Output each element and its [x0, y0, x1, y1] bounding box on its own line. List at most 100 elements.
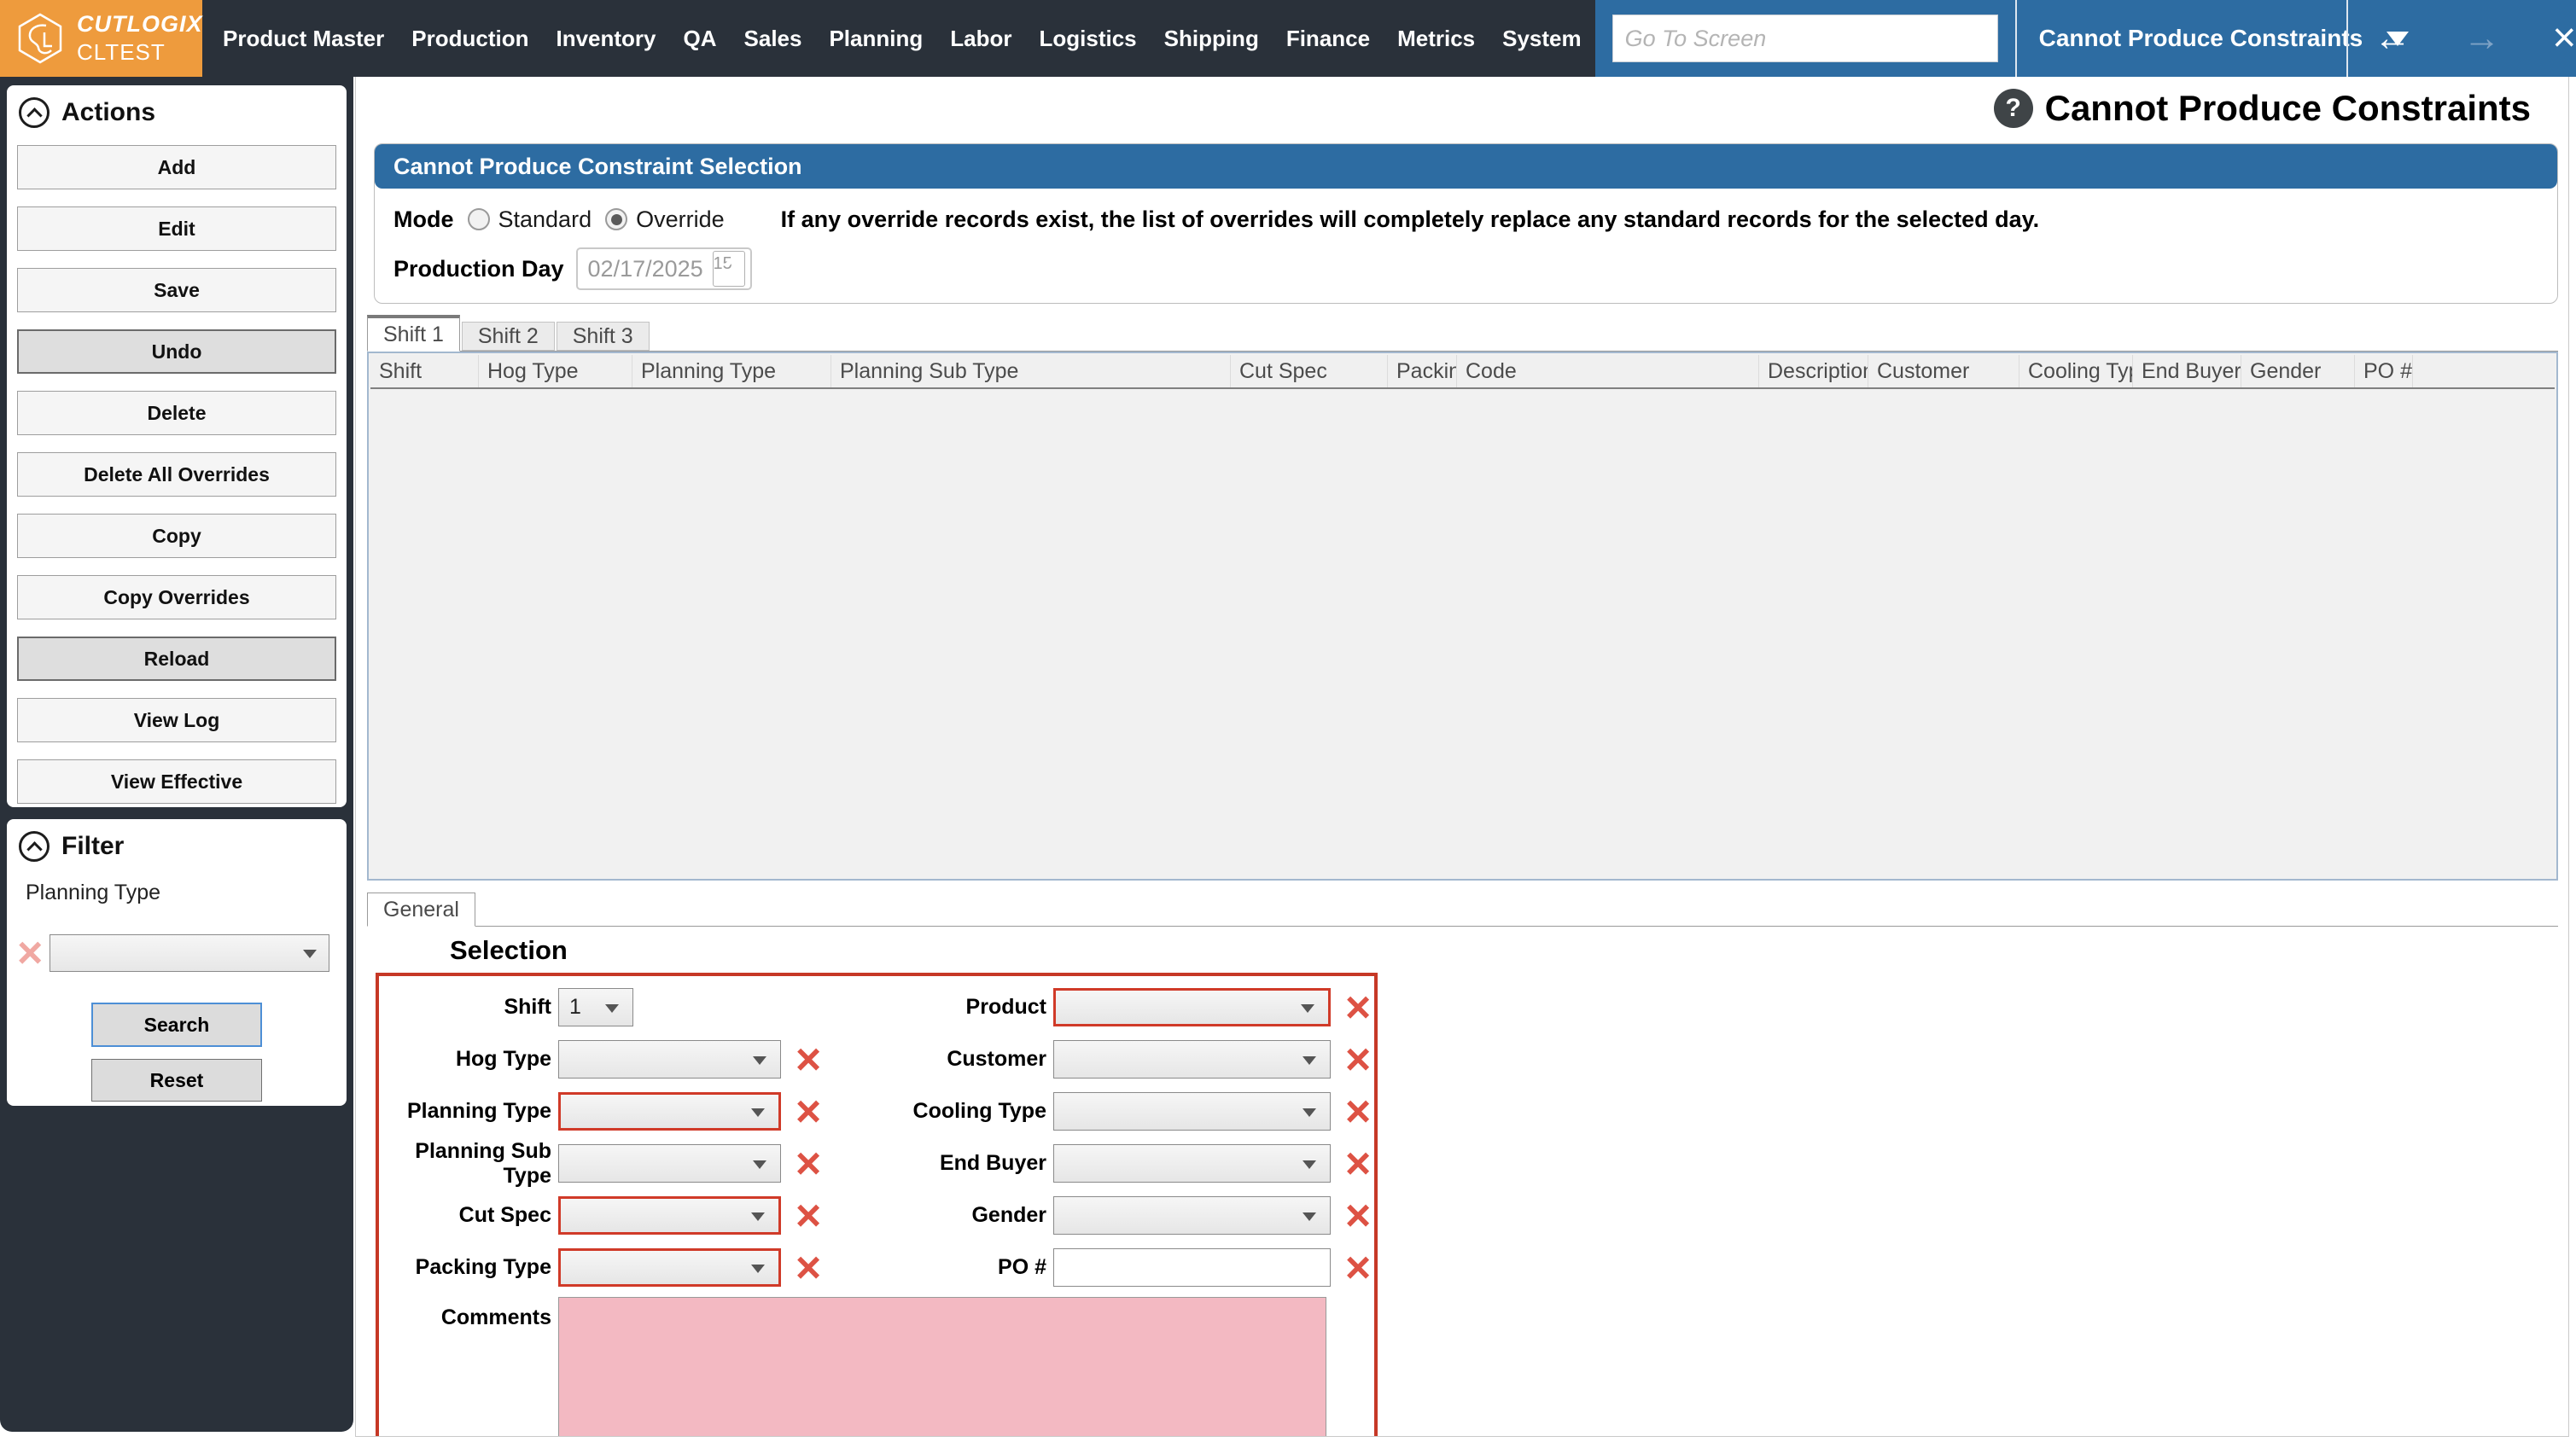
- filter-panel-title: Filter: [61, 832, 125, 860]
- calendar-icon[interactable]: 15: [712, 251, 745, 287]
- help-icon[interactable]: ?: [1993, 89, 2033, 128]
- back-arrow-icon[interactable]: ←: [2374, 20, 2411, 57]
- shift-tab[interactable]: Shift 1: [367, 315, 460, 352]
- planning-type-filter-select[interactable]: [50, 934, 330, 972]
- radio-button-icon: [605, 208, 628, 230]
- field-label: Shift: [504, 995, 551, 1019]
- grid-column-header[interactable]: Customer: [1868, 355, 2019, 387]
- field-select[interactable]: [1053, 1040, 1331, 1079]
- nav-menu-item[interactable]: Labor: [936, 0, 1025, 77]
- action-button[interactable]: View Effective: [17, 759, 336, 804]
- detail-tab[interactable]: General: [367, 893, 475, 927]
- field-select[interactable]: [1053, 1144, 1331, 1183]
- field-label: End Buyer: [939, 1151, 1046, 1175]
- chevron-down-icon: [751, 1108, 765, 1117]
- brand-logo[interactable]: CUTLOGIX CLTEST: [0, 0, 202, 77]
- actions-panel-title: Actions: [61, 98, 156, 126]
- nav-menu-item[interactable]: System: [1489, 0, 1595, 77]
- close-icon[interactable]: ×: [2552, 18, 2576, 59]
- field-select[interactable]: [558, 1040, 781, 1079]
- action-button[interactable]: Delete All Overrides: [17, 452, 336, 497]
- grid-column-header[interactable]: Planning Sub Type: [831, 355, 1231, 387]
- grid-column-header[interactable]: Planning Type: [632, 355, 831, 387]
- clear-icon[interactable]: ×: [1339, 1142, 1377, 1186]
- clear-icon[interactable]: ×: [1339, 986, 1377, 1030]
- grid-column-header[interactable]: Hog Type: [479, 355, 632, 387]
- field-select[interactable]: [1053, 1196, 1331, 1235]
- collapse-panel-icon[interactable]: [19, 97, 50, 128]
- shift-tab[interactable]: Shift 3: [556, 322, 650, 351]
- action-button[interactable]: Undo: [17, 329, 336, 374]
- action-button[interactable]: Add: [17, 145, 336, 189]
- chevron-down-icon: [1303, 1108, 1316, 1117]
- clear-icon[interactable]: ×: [1339, 1194, 1377, 1238]
- action-button[interactable]: Copy Overrides: [17, 575, 336, 619]
- field-label: Cooling Type: [912, 1099, 1046, 1123]
- clear-icon[interactable]: ×: [1339, 1246, 1377, 1290]
- clear-icon[interactable]: ×: [17, 931, 43, 975]
- comments-textarea[interactable]: [558, 1297, 1326, 1436]
- shift-tab[interactable]: Shift 2: [461, 322, 555, 351]
- action-button[interactable]: Reload: [17, 637, 336, 681]
- forward-arrow-icon[interactable]: →: [2463, 20, 2501, 57]
- grid-column-header[interactable]: Code: [1457, 355, 1759, 387]
- field-select[interactable]: [1053, 1092, 1331, 1131]
- nav-menu-item[interactable]: Shipping: [1151, 0, 1273, 77]
- field-select[interactable]: [558, 1092, 781, 1131]
- grid-column-header[interactable]: PO #: [2355, 355, 2413, 387]
- collapse-panel-icon[interactable]: [19, 831, 50, 862]
- field-label: PO #: [998, 1255, 1046, 1279]
- chevron-down-icon: [751, 1264, 765, 1273]
- field-select[interactable]: [558, 1196, 781, 1235]
- clear-icon[interactable]: ×: [1339, 1090, 1377, 1134]
- grid-column-header[interactable]: Cooling Type: [2019, 355, 2133, 387]
- screen-selector-dropdown[interactable]: Cannot Produce Constraints: [2014, 0, 2410, 77]
- clear-icon[interactable]: ×: [1339, 1038, 1377, 1082]
- mode-radio-option[interactable]: Override: [605, 206, 725, 233]
- clear-icon[interactable]: ×: [790, 1038, 827, 1082]
- nav-menu-item[interactable]: Production: [398, 0, 542, 77]
- selection-heading: Selection: [450, 935, 568, 965]
- nav-menu-item[interactable]: Inventory: [542, 0, 669, 77]
- action-button[interactable]: Save: [17, 268, 336, 312]
- reset-button[interactable]: Reset: [91, 1059, 262, 1102]
- field-select[interactable]: [1053, 988, 1331, 1026]
- mode-radio-option[interactable]: Standard: [467, 206, 592, 233]
- clear-icon[interactable]: ×: [790, 1194, 827, 1238]
- grid-column-header[interactable]: Shift: [370, 355, 479, 387]
- chevron-down-icon: [605, 1003, 619, 1013]
- field-select[interactable]: [1053, 1248, 1331, 1287]
- nav-menu-item[interactable]: Metrics: [1384, 0, 1489, 77]
- field-label: Gender: [971, 1203, 1046, 1227]
- search-button[interactable]: Search: [91, 1003, 262, 1047]
- clear-icon[interactable]: ×: [790, 1090, 827, 1134]
- clear-icon[interactable]: ×: [790, 1142, 827, 1186]
- action-button[interactable]: View Log: [17, 698, 336, 742]
- grid-column-header[interactable]: End Buyer: [2133, 355, 2241, 387]
- grid-column-header[interactable]: Cut Spec: [1231, 355, 1388, 387]
- action-button[interactable]: Copy: [17, 514, 336, 558]
- grid-column-header[interactable]: Gender: [2241, 355, 2355, 387]
- nav-menu-item[interactable]: QA: [670, 0, 731, 77]
- chevron-down-icon: [1303, 1160, 1316, 1169]
- actions-button-list: Add Edit Save Undo Delete Delete All Override…: [15, 145, 338, 804]
- grid-column-header[interactable]: Description: [1759, 355, 1868, 387]
- nav-menu-item[interactable]: Product Master: [209, 0, 398, 77]
- field-select[interactable]: 1: [558, 988, 633, 1026]
- action-button[interactable]: Edit: [17, 206, 336, 251]
- field-select[interactable]: [558, 1144, 781, 1183]
- override-note: If any override records exist, the list …: [780, 206, 2040, 232]
- cutlogix-logo-icon: [18, 13, 62, 64]
- field-select[interactable]: [558, 1248, 781, 1287]
- action-button[interactable]: Delete: [17, 391, 336, 435]
- grid-column-header[interactable]: Packing Type: [1388, 355, 1457, 387]
- selection-form-row: Cut Spec × Gender ×: [382, 1189, 1372, 1241]
- clear-icon[interactable]: ×: [790, 1246, 827, 1290]
- production-day-input[interactable]: 02/17/2025 15: [575, 247, 752, 290]
- page-title: Cannot Produce Constraints: [2044, 88, 2531, 128]
- nav-menu-item[interactable]: Finance: [1273, 0, 1384, 77]
- nav-menu-item[interactable]: Logistics: [1025, 0, 1150, 77]
- goto-screen-input[interactable]: [1611, 15, 1998, 62]
- nav-menu-item[interactable]: Planning: [815, 0, 936, 77]
- nav-menu-item[interactable]: Sales: [731, 0, 816, 77]
